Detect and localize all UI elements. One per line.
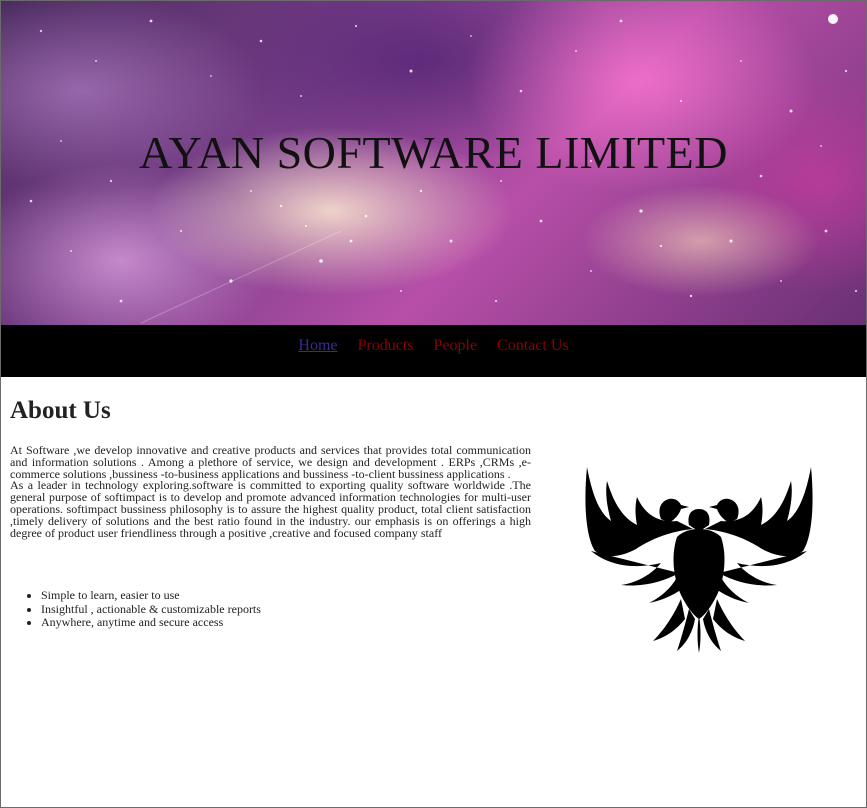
- about-paragraph-2: As a leader in technology exploring.soft…: [10, 478, 531, 540]
- nav-list: Home Products People Contact Us: [298, 337, 568, 355]
- nav-link-contact-us[interactable]: Contact Us: [497, 337, 569, 354]
- feature-item: Anywhere, anytime and secure access: [41, 615, 541, 630]
- eagle-logo-icon: [585, 467, 813, 653]
- about-paragraph-1: At Software ,we develop innovative and c…: [10, 443, 531, 481]
- nav-item-contact-us: Contact Us: [497, 337, 569, 355]
- hero-banner: AYAN SOFTWARE LIMITED: [1, 1, 866, 325]
- main-content: About Us At Software ,we develop innovat…: [1, 377, 866, 807]
- nav-link-products[interactable]: Products: [358, 337, 414, 354]
- feature-item: Insightful , actionable & customizable r…: [41, 602, 541, 617]
- about-text: At Software ,we develop innovative and c…: [10, 443, 531, 540]
- nav-item-people: People: [434, 337, 478, 355]
- nav-item-products: Products: [358, 337, 414, 355]
- nav-link-people[interactable]: People: [434, 337, 478, 354]
- nav-link-home[interactable]: Home: [298, 337, 337, 354]
- features-list: Simple to learn, easier to use Insightfu…: [10, 588, 541, 630]
- nav-item-home: Home: [298, 337, 337, 355]
- page-frame: AYAN SOFTWARE LIMITED Home Products Peop…: [0, 0, 867, 808]
- feature-item: Simple to learn, easier to use: [41, 588, 541, 603]
- site-title: AYAN SOFTWARE LIMITED: [139, 127, 728, 178]
- main-nav: Home Products People Contact Us: [1, 325, 866, 377]
- about-heading: About Us: [10, 397, 111, 424]
